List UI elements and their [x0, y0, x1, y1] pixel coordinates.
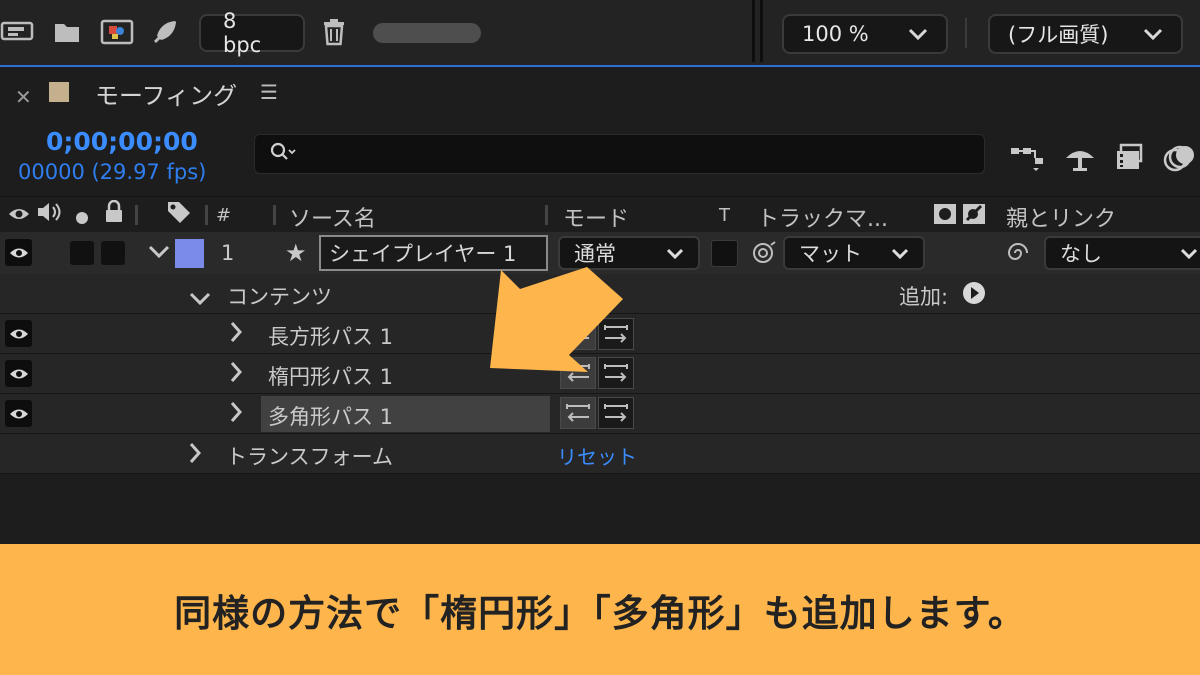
chevron-down-icon	[908, 24, 928, 45]
preserve-transparency-checkbox[interactable]	[711, 240, 738, 267]
track-matte-value: マット	[799, 242, 862, 266]
solo-toggle[interactable]	[70, 241, 94, 265]
column-divider	[205, 205, 208, 225]
visibility-eye-icon[interactable]	[5, 400, 32, 427]
track-matte-pickwhip-icon[interactable]	[751, 240, 777, 270]
contents-label: コンテンツ	[227, 285, 332, 309]
bit-depth-button[interactable]: 8 bpc	[199, 9, 305, 57]
caption-text: 同様の方法で「楕円形」「多角形」も追加します。	[174, 591, 1026, 635]
track-matte-dropdown[interactable]: マット	[783, 236, 925, 270]
label-tag-icon[interactable]	[166, 200, 192, 230]
column-divider	[545, 205, 548, 225]
chevron-down-icon	[666, 241, 684, 265]
search-input[interactable]	[254, 134, 985, 174]
lock-icon[interactable]	[104, 199, 124, 230]
add-menu-play-icon[interactable]	[962, 281, 986, 309]
composition-icon[interactable]	[100, 18, 134, 46]
track-matte-header[interactable]: トラックマ...	[757, 201, 888, 233]
mode-header[interactable]: モード	[563, 201, 629, 233]
render-queue-icon[interactable]	[0, 18, 36, 46]
resolution-value: (フル画質)	[1008, 23, 1109, 47]
av-features-eye-icon[interactable]	[8, 203, 30, 228]
path-name: 長方形パス 1	[268, 325, 394, 349]
path-name: 多角形パス 1	[268, 405, 394, 429]
expand-chevron-icon[interactable]	[229, 321, 243, 348]
frame-count-display: 00000 (29.97 fps)	[18, 160, 207, 184]
expand-chevron-icon[interactable]	[229, 401, 243, 428]
divider	[965, 18, 967, 48]
active-panel-indicator	[0, 65, 1200, 67]
trash-icon[interactable]	[321, 18, 347, 46]
parent-link-header[interactable]: 親とリンク	[1006, 201, 1116, 233]
parent-pickwhip-icon[interactable]	[1005, 240, 1031, 270]
zoom-dropdown[interactable]: 100 %	[782, 14, 948, 54]
panel-divider	[760, 0, 763, 62]
thumbnail-size-slider[interactable]	[373, 23, 481, 43]
solo-icon[interactable]	[75, 206, 89, 231]
caption-bar: 同様の方法で「楕円形」「多角形」も追加します。	[0, 544, 1200, 675]
transform-label: トランスフォーム	[226, 445, 393, 469]
layer-column-headers: # ソース名 モード T トラックマ... 親とリンク	[0, 196, 1200, 232]
expand-chevron-icon[interactable]	[229, 361, 243, 388]
draft-3d-icon[interactable]	[1062, 142, 1098, 174]
chevron-down-icon	[891, 241, 909, 265]
panel-menu-icon[interactable]: ☰	[260, 80, 278, 104]
annotation-arrow	[470, 250, 640, 394]
path-direction-forward-icon[interactable]	[598, 397, 634, 429]
current-time-display[interactable]: 0;00;00;00	[46, 127, 198, 156]
close-panel-icon[interactable]: ✕	[15, 85, 32, 109]
visibility-eye-icon[interactable]	[5, 360, 32, 387]
path-direction-reverse-icon[interactable]	[560, 397, 596, 429]
path-name: 楕円形パス 1	[268, 365, 394, 389]
visibility-eye-icon[interactable]	[5, 320, 32, 347]
expand-chevron-icon[interactable]	[148, 240, 170, 264]
zoom-value: 100 %	[802, 22, 869, 46]
layer-number: 1	[221, 241, 235, 265]
chevron-down-icon	[1180, 241, 1198, 265]
star-icon: ★	[285, 239, 307, 267]
parent-value: なし	[1060, 242, 1102, 266]
layer-label-color[interactable]	[175, 239, 204, 268]
matte-icon	[933, 203, 987, 231]
panel-title[interactable]: モーフィング	[95, 76, 237, 111]
preserve-transparency-header[interactable]: T	[719, 205, 730, 226]
panel-divider	[752, 0, 755, 62]
expand-chevron-icon[interactable]	[188, 442, 202, 469]
source-name-header[interactable]: ソース名	[289, 201, 376, 233]
folder-icon[interactable]	[52, 18, 82, 46]
speaker-icon[interactable]	[36, 201, 64, 229]
column-divider	[273, 205, 276, 225]
rocket-icon[interactable]	[150, 18, 180, 46]
resolution-dropdown[interactable]: (フル画質)	[988, 14, 1183, 54]
reset-link[interactable]: リセット	[557, 441, 637, 470]
chevron-down-icon	[1143, 24, 1163, 45]
expand-chevron-icon[interactable]	[189, 287, 211, 311]
parent-dropdown[interactable]: なし	[1044, 236, 1200, 270]
frame-blending-icon[interactable]	[1112, 142, 1146, 174]
composition-color-swatch	[49, 82, 69, 102]
composition-flowchart-icon[interactable]	[1008, 142, 1046, 174]
motion-blur-icon[interactable]	[1162, 142, 1196, 174]
add-label: 追加:	[899, 285, 949, 309]
layer-number-header[interactable]: #	[216, 205, 231, 226]
column-divider	[135, 205, 138, 225]
top-toolbar: 8 bpc 100 % (フル画質)	[0, 0, 1200, 67]
lock-toggle[interactable]	[101, 241, 125, 265]
visibility-eye-icon[interactable]	[5, 239, 32, 266]
search-icon	[269, 141, 299, 168]
